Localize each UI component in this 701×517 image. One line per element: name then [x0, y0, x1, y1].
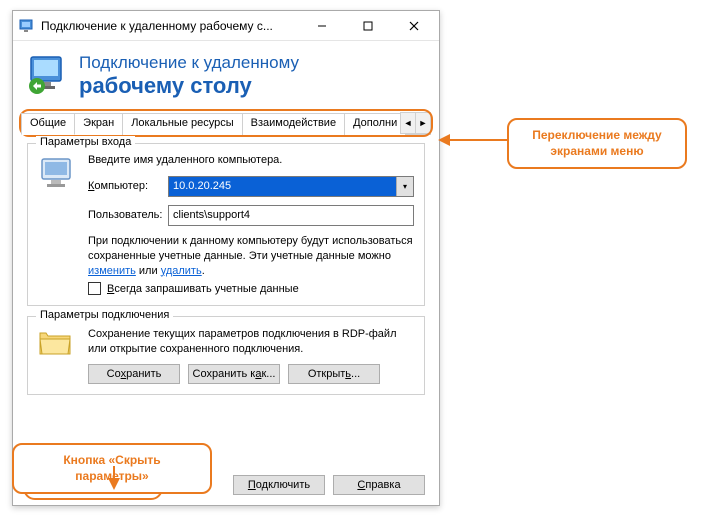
edit-credentials-link[interactable]: изменить — [88, 265, 136, 277]
computer-input[interactable] — [169, 177, 396, 196]
minimize-button[interactable] — [299, 11, 345, 41]
tab-advanced[interactable]: Дополни — [344, 113, 406, 135]
rdp-logo-icon — [27, 54, 69, 96]
folder-icon — [38, 327, 78, 384]
open-button[interactable]: Открыть... — [288, 364, 380, 384]
tab-scroll-right[interactable]: ► — [415, 112, 431, 134]
computer-combo[interactable]: ▾ — [168, 176, 414, 197]
app-icon — [19, 18, 35, 34]
tab-experience[interactable]: Взаимодействие — [242, 113, 345, 135]
save-as-button[interactable]: Сохранить как... — [188, 364, 280, 384]
titlebar: Подключение к удаленному рабочему с... — [13, 11, 439, 41]
close-button[interactable] — [391, 11, 437, 41]
arrow-tabs — [438, 130, 510, 155]
save-button[interactable]: Сохранить — [88, 364, 180, 384]
login-intro: Введите имя удаленного компьютера. — [88, 154, 414, 166]
always-ask-label: Всегда запрашивать учетные данные — [107, 283, 299, 295]
tab-scroll-left[interactable]: ◄ — [400, 112, 416, 134]
help-button[interactable]: Справка — [333, 475, 425, 495]
titlebar-text: Подключение к удаленному рабочему с... — [41, 19, 299, 33]
callout-tabs: Переключение между экранами меню — [507, 118, 687, 169]
connection-group-title: Параметры подключения — [36, 309, 173, 321]
connection-groupbox: Параметры подключения Сохранение текущих… — [27, 316, 425, 395]
header-line2: рабочему столу — [79, 73, 299, 98]
always-ask-checkbox[interactable] — [88, 282, 101, 295]
connection-text: Сохранение текущих параметров подключени… — [88, 327, 414, 356]
header: Подключение к удаленному рабочему столу — [13, 41, 439, 112]
tab-local-resources[interactable]: Локальные ресурсы — [122, 113, 242, 135]
connect-button[interactable]: Подключить — [233, 475, 325, 495]
login-groupbox: Параметры входа Введите имя удаленного к… — [27, 143, 425, 307]
user-label: Пользователь: — [88, 209, 168, 221]
computer-icon — [38, 154, 78, 296]
user-input[interactable] — [168, 205, 414, 226]
maximize-button[interactable] — [345, 11, 391, 41]
tabs: Общие Экран Локальные ресурсы Взаимодейс… — [21, 112, 431, 135]
delete-credentials-link[interactable]: удалить — [161, 265, 202, 277]
computer-label: Компьютер: — [88, 180, 168, 192]
tab-general[interactable]: Общие — [21, 113, 75, 135]
combo-dropdown-icon[interactable]: ▾ — [396, 177, 413, 196]
tab-display[interactable]: Экран — [74, 113, 123, 135]
login-group-title: Параметры входа — [36, 136, 135, 148]
arrow-hide — [104, 466, 124, 495]
credentials-text: При подключении к данному компьютеру буд… — [88, 234, 414, 279]
header-line1: Подключение к удаленному — [79, 53, 299, 73]
rdp-window: Подключение к удаленному рабочему с... П… — [12, 10, 440, 506]
